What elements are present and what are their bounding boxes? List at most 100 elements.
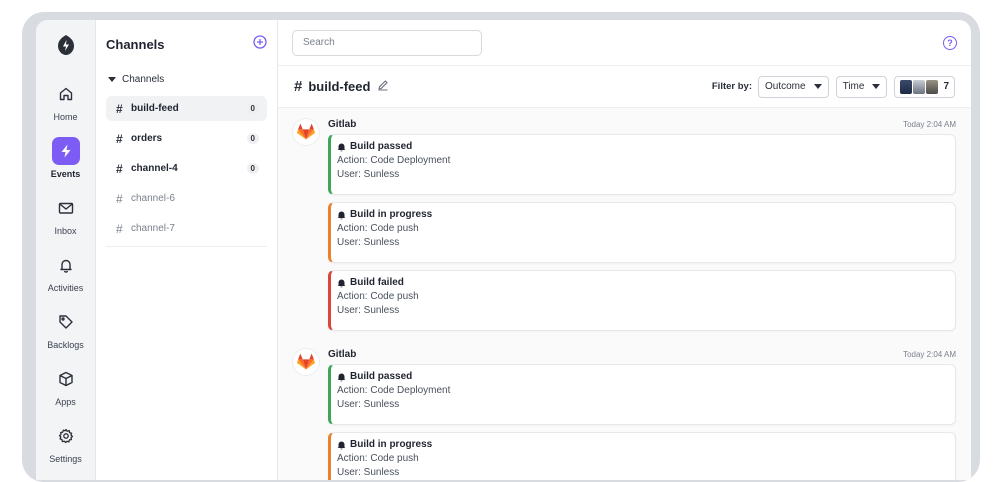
nav-apps[interactable]: Apps: [36, 365, 96, 407]
channels-group-toggle[interactable]: Channels: [106, 71, 267, 87]
mail-icon: [52, 194, 80, 222]
nav-label: Backlogs: [47, 340, 84, 350]
app-logo-icon[interactable]: [53, 32, 79, 58]
hash-icon: #: [116, 191, 123, 206]
event-card[interactable]: Build in progress Action: Code push User…: [328, 432, 956, 480]
members-button[interactable]: 7: [894, 75, 955, 98]
channel-item-channel-7[interactable]: # channel-7: [106, 216, 267, 241]
bell-icon: [337, 441, 346, 449]
event-card-user: User: Sunless: [337, 169, 400, 180]
event-card-action: Action: Code push: [337, 223, 419, 234]
chevron-down-icon: [813, 84, 822, 89]
event-card[interactable]: Build passed Action: Code Deployment Use…: [328, 134, 956, 195]
channel-item-build-feed[interactable]: # build-feed 0: [106, 96, 267, 121]
event-card-action: Action: Code Deployment: [337, 385, 451, 396]
nav-label: Apps: [55, 397, 76, 407]
event-card-title-text: Build passed: [350, 141, 413, 152]
event-card-title-text: Build in progress: [350, 439, 433, 450]
channels-panel-title: Channels: [106, 36, 165, 52]
cube-icon: [52, 365, 80, 393]
event-header: Gitlab Today 2:04 AM: [328, 348, 956, 360]
edit-channel-button[interactable]: [377, 78, 389, 96]
event-header: Gitlab Today 2:04 AM: [328, 118, 956, 130]
hash-icon: #: [116, 161, 123, 176]
collapse-caret-icon: [108, 76, 116, 82]
member-avatar: [913, 79, 926, 94]
event-feed: Gitlab Today 2:04 AM Build passed Action…: [278, 108, 971, 480]
help-icon[interactable]: ?: [943, 35, 957, 50]
nav-settings[interactable]: Settings: [36, 422, 96, 464]
member-avatar: [926, 79, 939, 94]
event-card-title-text: Build passed: [350, 371, 413, 382]
channel-name: channel-6: [131, 193, 175, 204]
event-card-action: Action: Code push: [337, 453, 419, 464]
unread-count-badge: 0: [246, 103, 259, 114]
tag-icon: [52, 308, 80, 336]
channels-panel-header: Channels: [106, 20, 267, 68]
nav-backlogs[interactable]: Backlogs: [36, 308, 96, 350]
event-card-user: User: Sunless: [337, 399, 400, 410]
top-bar: ?: [278, 20, 971, 66]
hash-icon: #: [116, 131, 123, 146]
event-card-title: Build in progress: [337, 209, 947, 220]
event-card-user: User: Sunless: [337, 237, 400, 248]
nav-label: Home: [53, 112, 78, 122]
event-card-action: Action: Code push: [337, 291, 419, 302]
bell-icon: [337, 373, 346, 381]
home-icon: [52, 80, 80, 108]
bell-icon: [52, 251, 80, 279]
nav-label: Settings: [49, 454, 82, 464]
member-count: 7: [943, 81, 949, 92]
event-timestamp: Today 2:04 AM: [903, 349, 956, 359]
event-card[interactable]: Build failed Action: Code push User: Sun…: [328, 270, 956, 331]
event-group: Gitlab Today 2:04 AM Build passed Action…: [292, 118, 956, 338]
event-source: Gitlab: [328, 348, 357, 360]
channel-hash-icon: #: [294, 78, 303, 95]
event-body: Gitlab Today 2:04 AM Build passed Action…: [328, 348, 956, 480]
channel-item-channel-6[interactable]: # channel-6: [106, 186, 267, 211]
nav-events[interactable]: Events: [36, 137, 96, 179]
outcome-filter-select[interactable]: Outcome: [758, 75, 829, 98]
chevron-down-icon: [872, 84, 881, 89]
pencil-icon: [378, 79, 389, 91]
outcome-filter-value: Outcome: [765, 81, 806, 92]
event-card-action: Action: Code Deployment: [337, 155, 451, 166]
nav-activities[interactable]: Activities: [36, 251, 96, 293]
channel-header: # build-feed Filter by: Outcome Time 7: [278, 66, 971, 108]
event-card-title: Build passed: [337, 141, 947, 152]
bell-icon: [337, 211, 346, 219]
event-card[interactable]: Build in progress Action: Code push User…: [328, 202, 956, 263]
event-group: Gitlab Today 2:04 AM Build passed Action…: [292, 348, 956, 480]
app-window: Home Events Inbox Activities Backlogs Ap…: [36, 20, 971, 480]
add-channel-button[interactable]: [253, 34, 267, 54]
event-card-title: Build failed: [337, 277, 947, 288]
nav-label: Events: [50, 169, 81, 179]
channel-title: build-feed: [308, 79, 371, 94]
event-card-title-text: Build failed: [350, 277, 404, 288]
gitlab-logo-icon: [292, 118, 320, 146]
filter-label: Filter by:: [711, 81, 752, 92]
nav-inbox[interactable]: Inbox: [36, 194, 96, 236]
event-card-title: Build passed: [337, 371, 947, 382]
channel-item-channel-4[interactable]: # channel-4 0: [106, 156, 267, 181]
bolt-icon: [51, 137, 80, 165]
event-card[interactable]: Build passed Action: Code Deployment Use…: [328, 364, 956, 425]
event-source: Gitlab: [328, 118, 357, 130]
filter-bar: Filter by: Outcome Time 7: [711, 75, 955, 98]
time-filter-select[interactable]: Time: [835, 75, 888, 98]
channel-item-orders[interactable]: # orders 0: [106, 126, 267, 151]
nav-home[interactable]: Home: [36, 80, 96, 122]
channels-group-label: Channels: [122, 73, 165, 85]
unread-count-badge: 0: [246, 133, 259, 144]
event-card-title: Build in progress: [337, 439, 947, 450]
search-input[interactable]: [292, 29, 482, 56]
nav-label: Inbox: [54, 226, 77, 236]
main-area: ? # build-feed Filter by: Outcome Time: [278, 20, 971, 480]
event-card-user: User: Sunless: [337, 305, 400, 316]
channel-name: build-feed: [131, 103, 179, 114]
channel-name: orders: [131, 133, 163, 144]
member-avatar: [900, 79, 913, 94]
nav-label: Activities: [47, 283, 84, 293]
event-body: Gitlab Today 2:04 AM Build passed Action…: [328, 118, 956, 338]
event-timestamp: Today 2:04 AM: [903, 119, 956, 129]
